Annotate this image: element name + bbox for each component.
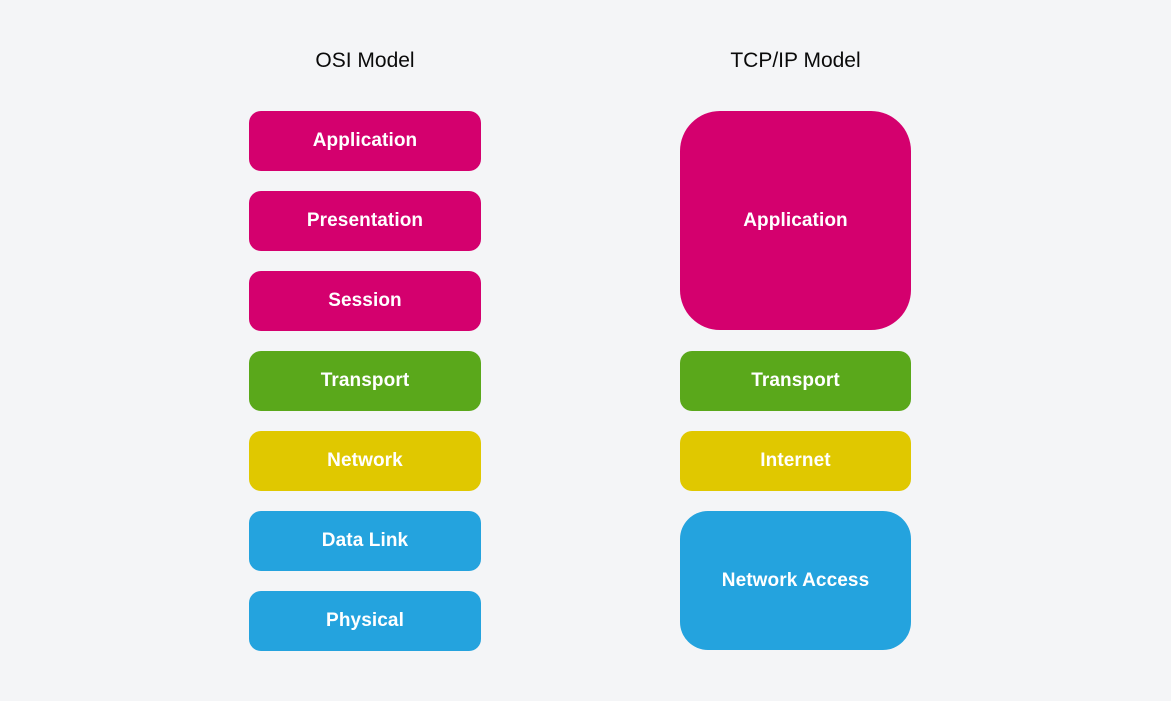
osi-layer-physical-label: Physical: [326, 610, 404, 631]
tcpip-layer-transport-label: Transport: [751, 370, 840, 391]
osi-layer-network-label: Network: [327, 450, 403, 471]
tcpip-layer-transport[interactable]: Transport: [680, 351, 911, 411]
tcpip-layer-network-access-label: Network Access: [721, 569, 870, 591]
osi-layer-network[interactable]: Network: [249, 431, 481, 491]
tcpip-column-title: TCP/IP Model: [730, 49, 861, 72]
osi-layer-data-link[interactable]: Data Link: [249, 511, 481, 571]
osi-layer-session-label: Session: [328, 290, 402, 311]
osi-column-title: OSI Model: [315, 49, 415, 72]
osi-layer-application[interactable]: Application: [249, 111, 481, 171]
osi-layer-presentation[interactable]: Presentation: [249, 191, 481, 251]
tcpip-layer-network-access[interactable]: Network Access: [680, 511, 911, 650]
osi-layer-transport-label: Transport: [320, 370, 410, 391]
osi-layer-physical[interactable]: Physical: [249, 591, 481, 651]
tcpip-layer-internet-label: Internet: [760, 450, 831, 471]
osi-layer-session[interactable]: Session: [249, 271, 481, 331]
tcpip-layer-application[interactable]: Application: [680, 111, 911, 330]
osi-layer-transport[interactable]: Transport: [249, 351, 481, 411]
tcpip-layer-application-label: Application: [743, 209, 848, 231]
model-comparison-diagram: OSI Model TCP/IP Model Application Prese…: [0, 0, 1171, 701]
osi-layer-data-link-label: Data Link: [321, 530, 409, 551]
osi-layer-presentation-label: Presentation: [306, 210, 424, 231]
osi-layer-application-label: Application: [312, 130, 418, 151]
tcpip-layer-internet[interactable]: Internet: [680, 431, 911, 491]
